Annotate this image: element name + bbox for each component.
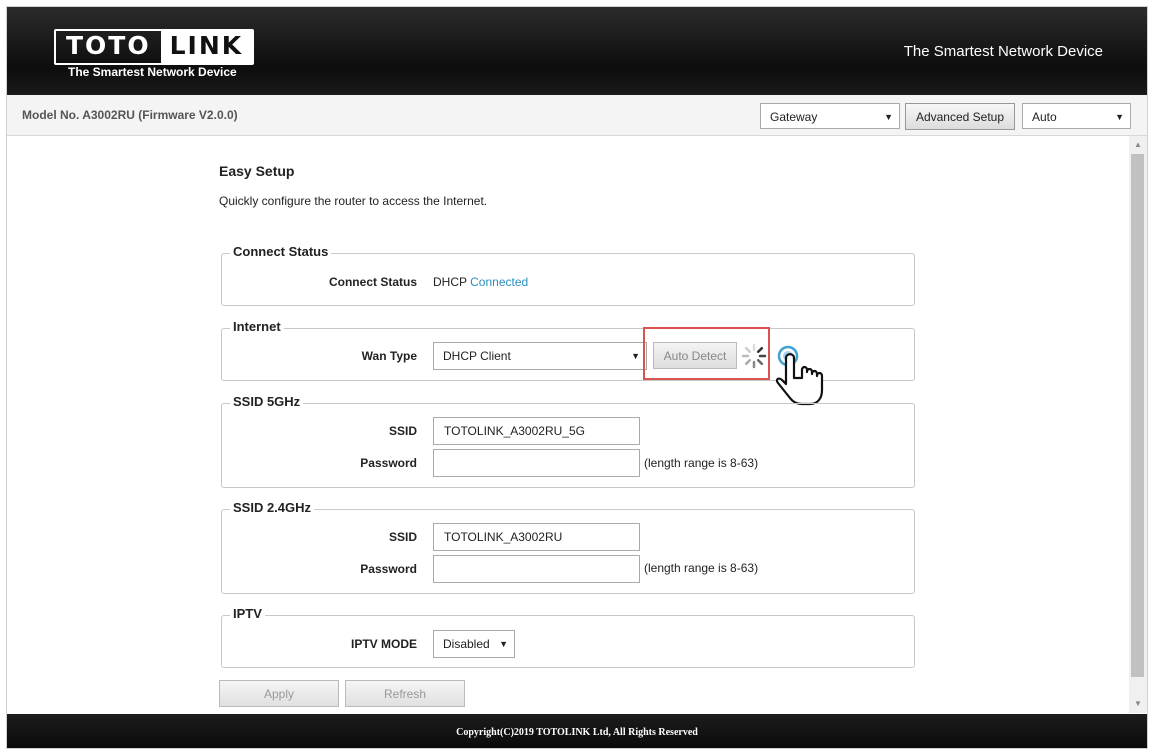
header-slogan: The Smartest Network Device: [903, 43, 1103, 60]
logo-tagline: The Smartest Network Device: [68, 65, 237, 79]
connect-status-label: Connect Status: [328, 275, 417, 289]
totolink-logo: TOTO LINK: [54, 29, 255, 65]
apply-button[interactable]: Apply: [219, 680, 339, 707]
toolbar: Model No. A3002RU (Firmware V2.0.0) Gate…: [7, 95, 1147, 136]
advanced-setup-button[interactable]: Advanced Setup: [905, 103, 1015, 130]
connection-state: Connected: [470, 275, 529, 289]
language-select[interactable]: Auto ▼: [1022, 103, 1131, 129]
scroll-down-icon[interactable]: ▼: [1129, 697, 1147, 711]
chevron-down-icon: ▼: [1115, 112, 1124, 122]
section-legend: SSID 5GHz: [230, 394, 304, 409]
ssid-5g-label: SSID: [388, 424, 417, 438]
router-admin-window: TOTO LINK The Smartest Network Device Th…: [6, 6, 1148, 749]
password-5g-label: Password: [360, 456, 417, 470]
connect-status-value: DHCP Connected: [433, 275, 528, 289]
password-24g-label: Password: [360, 562, 417, 576]
model-number: Model No. A3002RU (Firmware V2.0.0): [22, 108, 238, 122]
wan-type-value: DHCP Client: [443, 349, 511, 363]
mode-select-value: Gateway: [770, 110, 818, 124]
page-title: Easy Setup: [219, 163, 295, 179]
wan-type-select[interactable]: DHCP Client ▼: [433, 342, 647, 370]
password-24g-hint: (length range is 8-63): [644, 561, 759, 575]
password-5g-input[interactable]: [433, 449, 640, 477]
chevron-down-icon: ▼: [499, 639, 508, 649]
chevron-down-icon: ▼: [884, 112, 893, 122]
logo-text-link: LINK: [160, 31, 253, 63]
mode-select[interactable]: Gateway ▼: [760, 103, 900, 129]
ssid-24g-input[interactable]: TOTOLINK_A3002RU: [433, 523, 640, 551]
section-legend: SSID 2.4GHz: [230, 500, 315, 515]
section-legend: IPTV: [230, 606, 265, 621]
iptv-mode-label: IPTV MODE: [350, 637, 417, 651]
language-select-value: Auto: [1032, 110, 1057, 124]
ssid-24g-label: SSID: [388, 530, 417, 544]
footer-copyright: Copyright(C)2019 TOTOLINK Ltd, All Right…: [7, 714, 1147, 748]
refresh-button[interactable]: Refresh: [345, 680, 465, 707]
logo-text-toto: TOTO: [66, 31, 151, 60]
section-legend: Connect Status: [230, 244, 332, 259]
header-bar: TOTO LINK The Smartest Network Device Th…: [7, 7, 1147, 95]
scroll-up-icon[interactable]: ▲: [1129, 138, 1147, 152]
password-5g-hint: (length range is 8-63): [644, 456, 759, 470]
scroll-thumb[interactable]: [1131, 154, 1144, 677]
section-legend: Internet: [230, 319, 284, 334]
loading-spinner-icon: [741, 343, 767, 374]
chevron-down-icon: ▼: [631, 351, 640, 361]
wan-type-label: Wan Type: [361, 349, 417, 363]
page-subtitle: Quickly configure the router to access t…: [219, 194, 488, 208]
password-24g-input[interactable]: [433, 555, 640, 583]
iptv-mode-select[interactable]: Disabled ▼: [433, 630, 515, 658]
connection-type: DHCP: [433, 275, 467, 289]
iptv-mode-value: Disabled: [443, 637, 490, 651]
vertical-scrollbar[interactable]: ▲ ▼: [1129, 136, 1147, 713]
ssid-5g-input[interactable]: TOTOLINK_A3002RU_5G: [433, 417, 640, 445]
